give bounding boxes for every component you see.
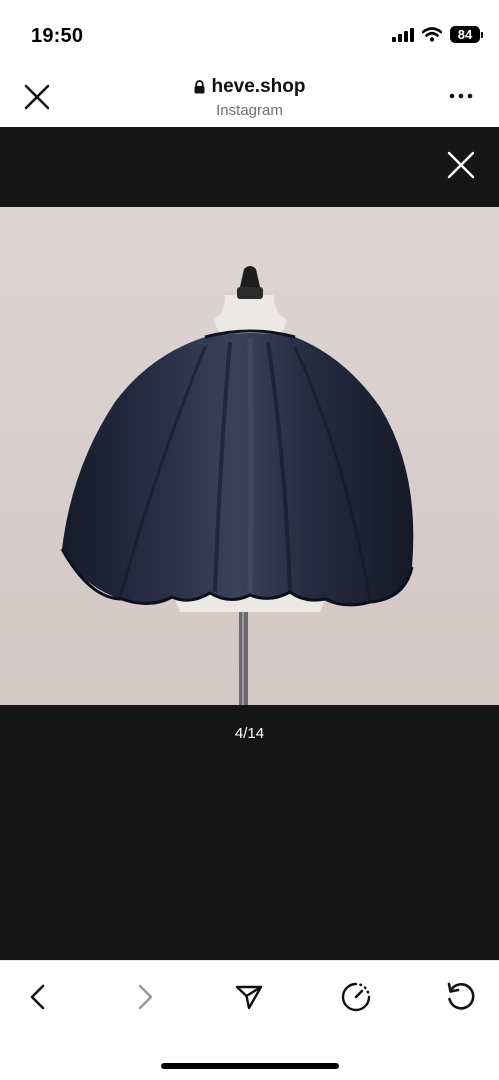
browser-header: heve.shop Instagram [0,70,499,127]
share-icon [235,985,263,1010]
forward-button[interactable] [127,979,163,1015]
product-photo[interactable] [0,207,499,705]
home-indicator[interactable] [161,1063,339,1069]
speed-icon [341,982,371,1012]
status-time: 19:50 [31,25,84,47]
jacket-on-mannequin-image [0,207,499,705]
image-counter: 4/14 [234,725,265,742]
page-domain: heve.shop [194,76,306,98]
reload-icon [447,982,475,1010]
viewer-close-icon[interactable] [445,149,477,181]
bottom-toolbar [0,960,499,1080]
status-bar: 19:50 84 [0,0,499,70]
image-viewer: 4/14 [0,127,499,960]
lock-icon [194,80,204,94]
more-options-icon[interactable] [449,86,473,106]
share-button[interactable] [231,979,267,1015]
speed-button[interactable] [338,979,374,1015]
forward-icon [138,984,153,1010]
wifi-icon [422,27,442,42]
domain-text: heve.shop [211,76,306,97]
battery-indicator: 84 [450,26,480,43]
reload-button[interactable] [443,979,479,1015]
status-icons: 84 [392,26,483,43]
back-button[interactable] [20,979,56,1015]
cellular-signal-icon [392,27,414,42]
back-icon [30,984,45,1010]
battery-tip [481,31,483,38]
header-title-block: heve.shop Instagram [0,76,499,119]
page-subtitle: Instagram [216,102,283,119]
